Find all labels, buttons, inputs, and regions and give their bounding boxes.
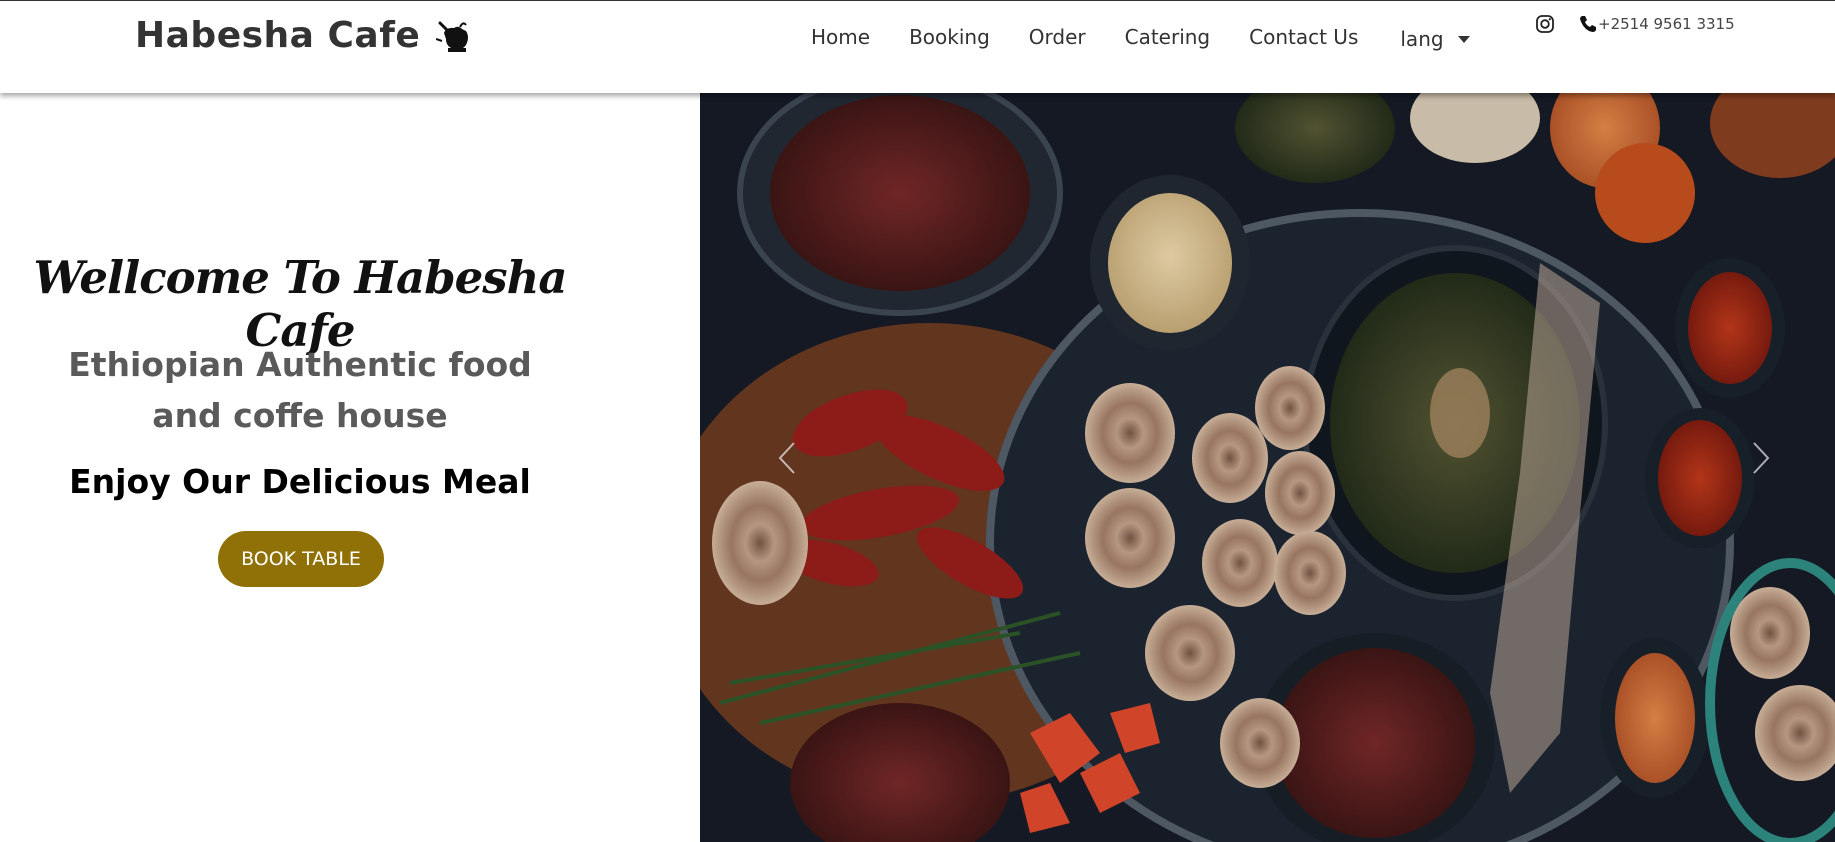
food-platter-image: [700, 93, 1835, 842]
navbar: Habesha Cafe Home Booking Order Catering…: [0, 0, 1835, 93]
coffee-pot-icon: [436, 21, 469, 52]
hero-subtitle: Ethiopian Authentic food and coffe house: [68, 345, 532, 435]
nav-booking[interactable]: Booking: [909, 25, 990, 49]
phone-icon: [1580, 16, 1596, 32]
book-table-button[interactable]: BOOK TABLE: [218, 531, 384, 587]
nav-order[interactable]: Order: [1029, 25, 1086, 49]
nav-home[interactable]: Home: [811, 25, 870, 49]
page: Habesha Cafe Home Booking Order Catering…: [0, 0, 1835, 842]
brand-name[interactable]: Habesha Cafe: [135, 15, 420, 56]
caret-down-icon: [1457, 35, 1470, 43]
instagram-icon[interactable]: [1535, 14, 1555, 34]
hero-carousel[interactable]: [700, 93, 1835, 842]
brand-logo[interactable]: Habesha Cafe: [135, 15, 474, 56]
hero-text-panel: Wellcome To Habesha Cafe Ethiopian Authe…: [0, 93, 700, 842]
nav-catering[interactable]: Catering: [1125, 25, 1211, 49]
lang-label: lang: [1400, 27, 1444, 51]
lang-dropdown[interactable]: lang: [1400, 27, 1470, 51]
hero-tagline: Enjoy Our Delicious Meal: [69, 462, 531, 501]
nav-menu: Home Booking Order Catering Contact Us l…: [811, 23, 1470, 51]
nav-contact-us[interactable]: Contact Us: [1249, 25, 1358, 49]
phone-contact[interactable]: +2514 9561 3315: [1578, 14, 1735, 34]
chevron-right-icon[interactable]: [1740, 433, 1780, 483]
chevron-left-icon[interactable]: [768, 433, 808, 483]
phone-number: +2514 9561 3315: [1598, 15, 1735, 33]
